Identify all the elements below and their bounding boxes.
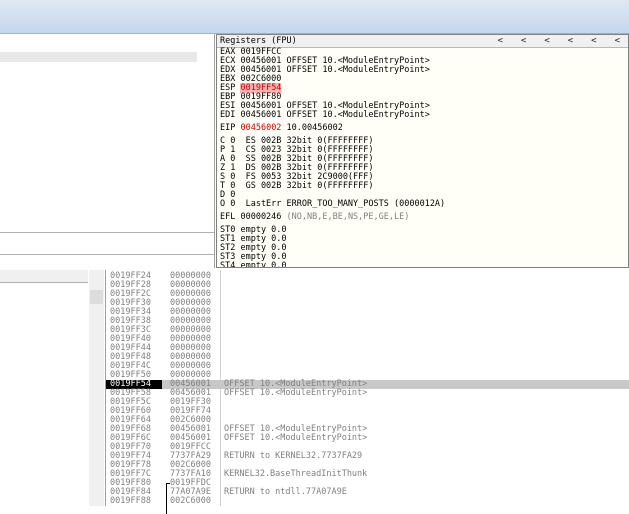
stack-comment: KERNEL32.BaseThreadInitThunk	[224, 469, 368, 479]
register-text: EFL 00000246	[220, 212, 287, 222]
dump-header	[0, 270, 88, 283]
chevron-left-icon[interactable]: <	[544, 36, 549, 46]
stack-value: 002C6000	[170, 496, 211, 506]
chevron-left-icon[interactable]: <	[591, 36, 596, 46]
pane-divider	[0, 232, 214, 233]
chevron-left-icon[interactable]: <	[521, 36, 526, 46]
disassembly-pane[interactable]	[0, 34, 215, 268]
stack-address: 0019FF88	[110, 496, 151, 506]
register-lines: EAX 0019FFCC ECX 00456001 OFFSET 10.<Modu…	[220, 48, 445, 268]
register-eip: EIP 00456002 10.00456002	[220, 124, 445, 133]
scroll-thumb[interactable]	[90, 290, 103, 304]
window-titlebar	[0, 0, 629, 34]
dump-pane[interactable]	[0, 270, 106, 506]
register-text: EIP	[220, 123, 241, 133]
chevron-left-icon[interactable]: <	[615, 36, 620, 46]
register-text: O 0 LastErr ERROR_TOO_MANY_POSTS (000001…	[220, 199, 446, 209]
stack-comment: OFFSET 10.<ModuleEntryPoint>	[224, 388, 368, 398]
register-efl: EFL 00000246 (NO,NB,E,BE,NS,PE,GE,LE)	[220, 213, 445, 222]
flag-line: T 0 GS 002B 32bit 0(FFFFFFFF)	[220, 182, 445, 191]
stack-frame-bracket	[166, 483, 170, 514]
register-line: EDI 00456001 OFFSET 10.<ModuleEntryPoint…	[220, 111, 445, 120]
registers-pane[interactable]: Registers (FPU) < < < < < < EAX 0019FFCC ECX 0…	[216, 34, 629, 268]
pane-divider	[0, 254, 214, 255]
register-text: ST4 empty 0.0	[220, 261, 287, 268]
chevron-left-icon[interactable]: <	[568, 36, 573, 46]
disassembly-selected-row[interactable]	[0, 52, 197, 62]
eip-value: 00456002	[240, 123, 282, 133]
stack-comment: OFFSET 10.<ModuleEntryPoint>	[224, 433, 368, 443]
flag-line: O 0 LastErr ERROR_TOO_MANY_POSTS (000001…	[220, 200, 445, 209]
register-text: T 0 GS 002B 32bit 0(FFFFFFFF)	[220, 181, 374, 191]
stack-pane[interactable]: 0019FF24 00000000 0019FF28 00000000 0019FF2C…	[106, 270, 629, 514]
registers-title: Registers (FPU)	[220, 36, 297, 46]
stack-row[interactable]: 0019FF88 002C6000	[106, 497, 629, 506]
register-text: 10.00456002	[281, 123, 343, 133]
registers-nav: < < < < < <	[497, 36, 628, 46]
register-text: EDI 00456001 OFFSET 10.<ModuleEntryPoint…	[220, 110, 430, 120]
stack-comment: RETURN to ntdll.77A07A9E	[224, 487, 347, 497]
chevron-left-icon[interactable]: <	[497, 36, 502, 46]
efl-flags: (NO,NB,E,BE,NS,PE,GE,LE)	[286, 212, 410, 222]
fpu-line: ST4 empty 0.0	[220, 262, 445, 268]
stack-comment: RETURN to KERNEL32.7737FA29	[224, 451, 363, 461]
dump-scrollbar[interactable]	[89, 270, 104, 506]
